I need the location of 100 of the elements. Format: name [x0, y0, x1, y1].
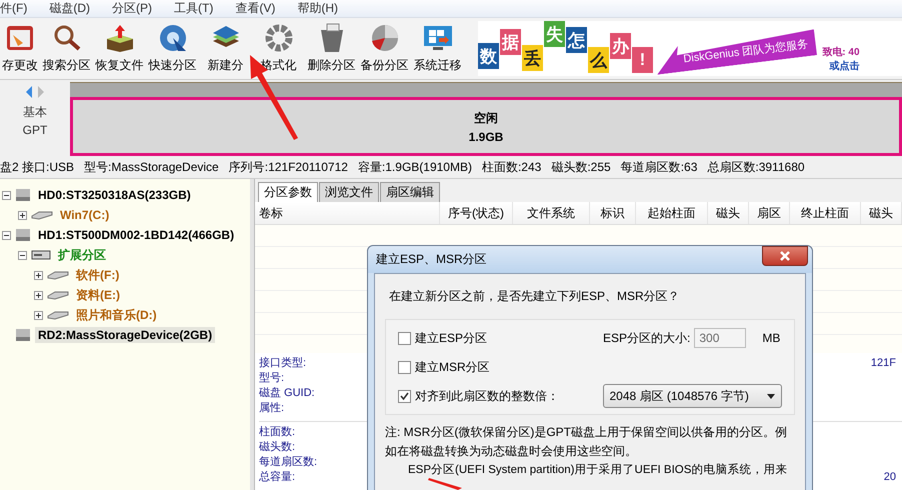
column-header[interactable]: 终止柱面: [790, 202, 861, 224]
checkbox[interactable]: [398, 360, 411, 374]
checkbox[interactable]: [398, 390, 411, 402]
sector-dropdown[interactable]: 2048 扇区 (1048576 字节): [602, 384, 782, 408]
tree-item[interactable]: 扩展分区: [55, 246, 109, 264]
checkbox[interactable]: [398, 332, 411, 344]
unit-label: MB: [762, 331, 780, 345]
column-header[interactable]: 文件系统: [513, 202, 590, 224]
character-tile: 丢: [522, 45, 543, 71]
annotation-arrow: [428, 478, 462, 490]
detail-label: 型号:: [259, 371, 284, 385]
disk-style-label: 基本: [23, 104, 47, 121]
tab[interactable]: 浏览文件: [319, 182, 379, 202]
menu-item[interactable]: 件(F): [0, 0, 28, 17]
column-header[interactable]: 起始柱面: [636, 202, 708, 224]
caret-icon: [767, 394, 775, 398]
detail-label: 磁头数:: [259, 440, 296, 454]
drive-icon: [31, 210, 53, 220]
menu-item[interactable]: 查看(V): [235, 0, 276, 17]
checkbox-label[interactable]: 建立MSR分区: [415, 358, 585, 376]
expand-icon[interactable]: [34, 310, 43, 320]
column-header[interactable]: 标识: [590, 202, 636, 224]
detail-value: 121F: [870, 356, 896, 368]
menu-item[interactable]: 磁盘(D): [49, 0, 90, 17]
close-icon: [780, 251, 790, 261]
menu-item[interactable]: 工具(T): [174, 0, 214, 17]
disk-info-text: 盘2 接口:USB: [0, 158, 74, 176]
toolbar-button[interactable]: 存更改: [0, 18, 40, 79]
left-arrow-icon[interactable]: [26, 86, 33, 98]
close-button[interactable]: [762, 246, 808, 266]
drive-icon: [47, 290, 69, 300]
disk-info-text: 容量:1.9GB(1910MB): [358, 158, 472, 176]
expand-icon[interactable]: [34, 290, 43, 300]
character-tile: 数: [478, 43, 499, 69]
tree-item[interactable]: 软件(F:): [73, 266, 122, 284]
box-arrow-up-icon: [104, 23, 134, 53]
checkbox-label[interactable]: 建立ESP分区: [415, 330, 585, 346]
drive-icon: [47, 310, 69, 320]
detail-label: 磁盘 GUID:: [259, 386, 315, 400]
tree-item[interactable]: HD0:ST3250318AS(233GB): [35, 187, 194, 203]
toolbar-button[interactable]: 系统迁移: [411, 18, 464, 79]
drive-icon: [47, 270, 69, 280]
character-tile: !: [632, 47, 653, 73]
tree-item[interactable]: 照片和音乐(D:): [73, 306, 160, 324]
column-header[interactable]: 磁头: [708, 202, 749, 224]
dialog-question: 在建立新分区之前，是否先建立下列ESP、MSR分区？: [389, 288, 681, 305]
pie-icon: [370, 23, 400, 53]
character-tile: 失: [544, 21, 565, 47]
partition-table-label: GPT: [22, 123, 48, 137]
phone-text: 致电: 40: [822, 46, 860, 59]
toolbar-button[interactable]: 恢复文件: [93, 18, 146, 79]
character-tile: 办: [610, 33, 631, 59]
tree-item[interactable]: Win7(C:): [57, 207, 112, 223]
tree-item[interactable]: RD2:MassStorageDevice(2GB): [35, 327, 216, 343]
partition-block[interactable]: 空闲 1.9GB: [70, 97, 902, 156]
ring-icon: [264, 23, 294, 53]
expand-icon[interactable]: [34, 270, 43, 280]
character-tile: 么: [588, 47, 609, 73]
save-icon: [5, 23, 35, 53]
toolbar-button[interactable]: 新建分: [199, 18, 252, 79]
contact-link[interactable]: 或点击: [830, 59, 860, 73]
detail-label: 每道扇区数:: [259, 454, 318, 469]
disk-info-text: 每道扇区数:63: [620, 158, 698, 176]
dialog-title: 建立ESP、MSR分区: [376, 251, 487, 268]
disk-info-text: 柱面数:243: [482, 158, 542, 176]
drive-icon: [31, 249, 51, 261]
tree-item[interactable]: HD1:ST500DM002-1BD142(466GB): [35, 227, 238, 243]
detail-value: 20: [884, 470, 896, 482]
column-header[interactable]: 扇区: [749, 202, 790, 224]
character-tile: 据: [500, 29, 521, 55]
detail-label: 柱面数:: [259, 425, 296, 439]
tab[interactable]: 扇区编辑: [380, 182, 440, 202]
disk-info-text: 型号:MassStorageDevice: [84, 158, 219, 176]
tree-item[interactable]: 资料(E:): [73, 286, 123, 304]
tab[interactable]: 分区参数: [258, 182, 318, 202]
detail-label: 属性:: [259, 401, 284, 415]
toolbar-button[interactable]: 搜索分区: [40, 18, 93, 79]
column-header[interactable]: 磁头: [861, 202, 902, 224]
menu-item[interactable]: 帮助(H): [297, 0, 338, 17]
toolbar-button[interactable]: 删除分区: [305, 18, 358, 79]
collapse-icon[interactable]: [2, 190, 11, 200]
disk-info-text: 序列号:121F20110712: [228, 158, 348, 176]
toolbar-button[interactable]: 备份分区: [358, 18, 411, 79]
menu-item[interactable]: 分区(P): [112, 0, 152, 17]
disk-info-text: 磁头数:255: [551, 158, 611, 176]
detail-label: 总容量:: [259, 470, 296, 484]
collapse-icon[interactable]: [18, 250, 27, 260]
expand-icon[interactable]: [18, 210, 27, 220]
advertisement-banner[interactable]: 数 据 丢 失 怎 么 办 ! DiskGenius 团队为您服务 致电: 40 或点击: [478, 21, 902, 76]
detail-label: 接口类型:: [259, 356, 306, 370]
collapse-icon[interactable]: [2, 230, 11, 240]
column-header[interactable]: 卷标: [255, 202, 440, 224]
toolbar-button[interactable]: 快速分区: [146, 18, 199, 79]
search-icon: [52, 23, 82, 53]
disc-icon: [158, 23, 188, 53]
character-tile: 怎: [566, 27, 587, 53]
column-header[interactable]: 序号(状态): [440, 202, 513, 224]
disk-info-text: 总扇区数:3911680: [707, 158, 805, 176]
note-text: ESP分区(UEFI System partition)用于采用了UEFI BIOS的电脑系统，用来: [407, 462, 788, 478]
checkbox-label[interactable]: 对齐到此扇区数的整数倍：: [415, 388, 584, 404]
